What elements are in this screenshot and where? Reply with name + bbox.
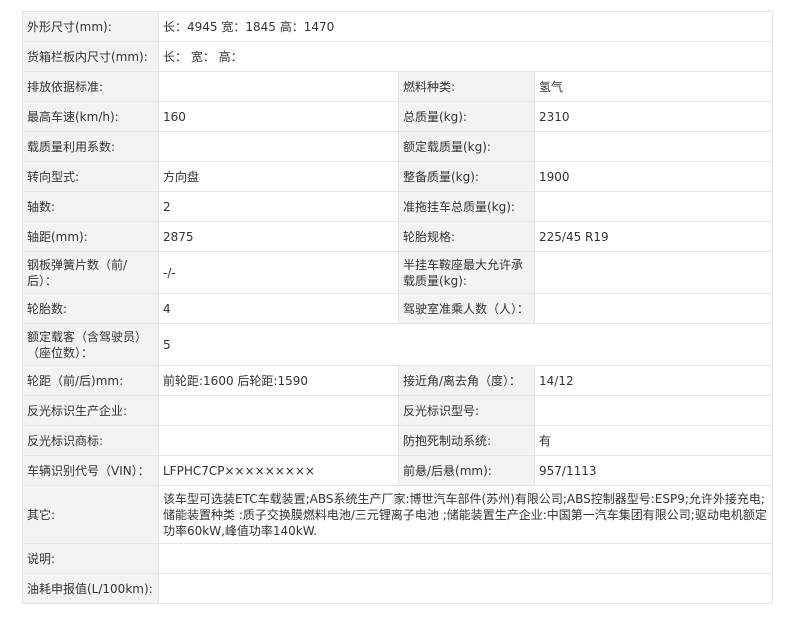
table-row: 转向型式: 方向盘 整备质量(kg): 1900 bbox=[22, 161, 774, 192]
label-cab-capacity: 驾驶室准乘人数（人）： bbox=[398, 293, 535, 324]
label-curb-weight: 整备质量(kg): bbox=[398, 161, 535, 192]
table-row: 车辆识别代号（VIN）： LFPHC7CP××××××××× 前悬/后悬(mm)… bbox=[22, 455, 774, 486]
table-row: 轮胎数: 4 驾驶室准乘人数（人）： bbox=[22, 293, 774, 324]
label-reflector-model: 反光标识型号: bbox=[398, 395, 535, 426]
table-row: 排放依据标准: 燃料种类: 氢气 bbox=[22, 71, 774, 102]
table-row: 轴数: 2 准拖挂车总质量(kg): bbox=[22, 191, 774, 222]
value-notes bbox=[157, 543, 774, 574]
value-axle-count: 2 bbox=[158, 191, 399, 222]
value-cargo-box-dimensions: 长： 宽： 高： bbox=[157, 41, 774, 72]
value-cab-capacity bbox=[533, 293, 774, 324]
value-tire-spec: 225/45 R19 bbox=[533, 221, 774, 252]
label-rated-passengers: 额定载客（含驾驶员）（座位数）： bbox=[22, 323, 159, 366]
value-saddle-load bbox=[533, 251, 774, 294]
vehicle-spec-table: 外形尺寸(mm): 长：4945 宽：1845 高：1470 货箱栏板内尺寸(m… bbox=[22, 11, 774, 604]
value-load-utilization bbox=[158, 131, 399, 162]
table-row: 轮距（前/后)mm: 前轮距:1600 后轮距:1590 接近角/离去角（度）：… bbox=[22, 365, 774, 396]
value-wheelbase: 2875 bbox=[158, 221, 399, 252]
table-row: 额定载客（含驾驶员）（座位数）： 5 bbox=[22, 323, 774, 366]
label-notes: 说明: bbox=[22, 543, 159, 574]
value-reflector-brand bbox=[158, 425, 399, 456]
table-row: 反光标识生产企业: 反光标识型号: bbox=[22, 395, 774, 426]
label-emission-standard: 排放依据标准: bbox=[22, 71, 159, 102]
value-overhang: 957/1113 bbox=[533, 455, 774, 486]
table-row: 其它: 该车型可选装ETC车载装置;ABS系统生产厂家:博世汽车部件(苏州)有限… bbox=[22, 485, 774, 544]
label-fuel-consumption: 油耗申报值(L/100km): bbox=[22, 573, 159, 604]
label-axle-count: 轴数: bbox=[22, 191, 159, 222]
value-max-speed: 160 bbox=[158, 101, 399, 132]
table-row: 钢板弹簧片数（前/后）： -/- 半挂车鞍座最大允许承载质量(kg): bbox=[22, 251, 774, 294]
label-total-mass: 总质量(kg): bbox=[398, 101, 535, 132]
value-fuel-consumption bbox=[157, 573, 774, 604]
value-rated-load bbox=[533, 131, 774, 162]
label-load-utilization: 载质量利用系数: bbox=[22, 131, 159, 162]
value-other: 该车型可选装ETC车载装置;ABS系统生产厂家:博世汽车部件(苏州)有限公司;A… bbox=[157, 485, 774, 544]
label-steering-type: 转向型式: bbox=[22, 161, 159, 192]
label-reflector-brand: 反光标识商标: bbox=[22, 425, 159, 456]
label-overhang: 前悬/后悬(mm): bbox=[398, 455, 535, 486]
label-other: 其它: bbox=[22, 485, 159, 544]
spec-table-container: 外形尺寸(mm): 长：4945 宽：1845 高：1470 货箱栏板内尺寸(m… bbox=[22, 11, 774, 604]
label-dimensions: 外形尺寸(mm): bbox=[22, 11, 159, 42]
label-wheelbase: 轴距(mm): bbox=[22, 221, 159, 252]
value-total-mass: 2310 bbox=[533, 101, 774, 132]
value-vin: LFPHC7CP××××××××× bbox=[158, 455, 399, 486]
value-leaf-spring-count: -/- bbox=[158, 251, 399, 294]
value-approach-departure-angle: 14/12 bbox=[533, 365, 774, 396]
value-fuel-type: 氢气 bbox=[533, 71, 774, 102]
label-leaf-spring-count: 钢板弹簧片数（前/后）： bbox=[22, 251, 159, 294]
table-row: 载质量利用系数: 额定载质量(kg): bbox=[22, 131, 774, 162]
table-row: 最高车速(km/h): 160 总质量(kg): 2310 bbox=[22, 101, 774, 132]
value-dimensions: 长：4945 宽：1845 高：1470 bbox=[157, 11, 774, 42]
label-tire-spec: 轮胎规格: bbox=[398, 221, 535, 252]
label-track-width: 轮距（前/后)mm: bbox=[22, 365, 159, 396]
label-rated-load: 额定载质量(kg): bbox=[398, 131, 535, 162]
value-emission-standard bbox=[158, 71, 399, 102]
label-approach-departure-angle: 接近角/离去角（度）： bbox=[398, 365, 535, 396]
label-max-speed: 最高车速(km/h): bbox=[22, 101, 159, 132]
value-trailer-mass bbox=[533, 191, 774, 222]
label-cargo-box-dimensions: 货箱栏板内尺寸(mm): bbox=[22, 41, 159, 72]
table-row: 油耗申报值(L/100km): bbox=[22, 573, 774, 604]
table-row: 货箱栏板内尺寸(mm): 长： 宽： 高： bbox=[22, 41, 774, 72]
label-tire-count: 轮胎数: bbox=[22, 293, 159, 324]
value-tire-count: 4 bbox=[158, 293, 399, 324]
value-track-width: 前轮距:1600 后轮距:1590 bbox=[158, 365, 399, 396]
value-reflector-model bbox=[533, 395, 774, 426]
value-rated-passengers: 5 bbox=[157, 323, 774, 366]
label-reflector-manufacturer: 反光标识生产企业: bbox=[22, 395, 159, 426]
table-row: 说明: bbox=[22, 543, 774, 574]
label-saddle-load: 半挂车鞍座最大允许承载质量(kg): bbox=[398, 251, 535, 294]
label-abs-system: 防抱死制动系统: bbox=[398, 425, 535, 456]
value-reflector-manufacturer bbox=[158, 395, 399, 426]
value-abs-system: 有 bbox=[533, 425, 774, 456]
label-trailer-mass: 准拖挂车总质量(kg): bbox=[398, 191, 535, 222]
label-fuel-type: 燃料种类: bbox=[398, 71, 535, 102]
label-vin: 车辆识别代号（VIN）： bbox=[22, 455, 159, 486]
value-curb-weight: 1900 bbox=[533, 161, 774, 192]
table-row: 轴距(mm): 2875 轮胎规格: 225/45 R19 bbox=[22, 221, 774, 252]
table-row: 外形尺寸(mm): 长：4945 宽：1845 高：1470 bbox=[22, 11, 774, 42]
value-steering-type: 方向盘 bbox=[158, 161, 399, 192]
table-row: 反光标识商标: 防抱死制动系统: 有 bbox=[22, 425, 774, 456]
